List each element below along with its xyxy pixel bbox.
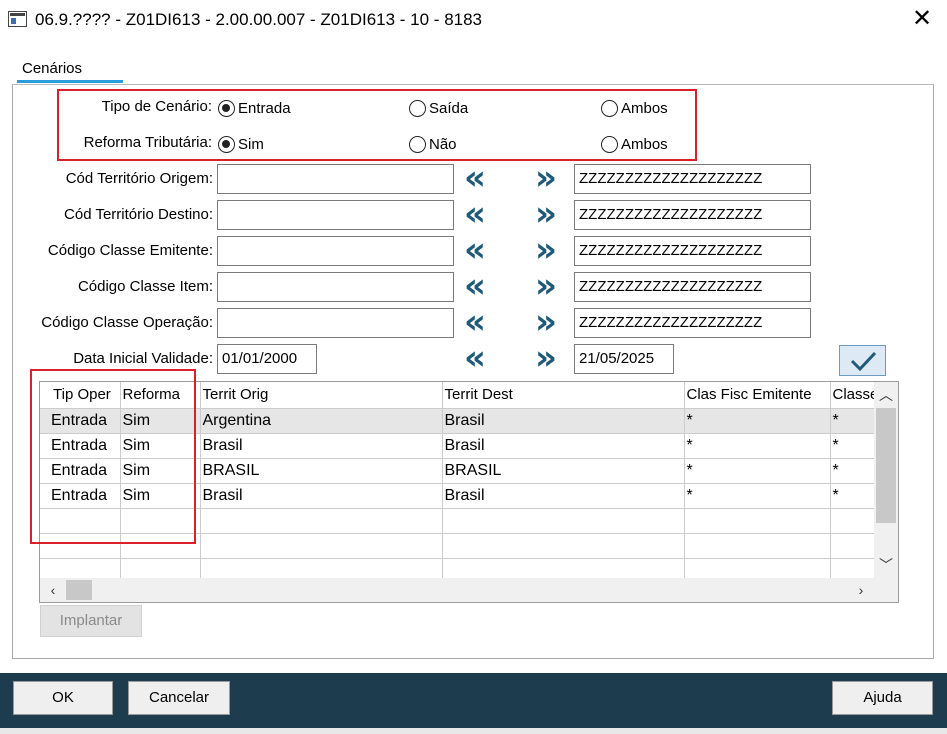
grid-cell — [684, 533, 831, 559]
last-arrow-icon[interactable]: » — [531, 269, 561, 303]
territorio-destino-from-input[interactable] — [217, 200, 454, 230]
grid-cell: BRASIL — [200, 458, 443, 484]
scroll-right-icon[interactable]: › — [850, 578, 872, 602]
last-arrow-icon[interactable]: » — [531, 341, 561, 375]
classe-emitente-to-input[interactable]: ZZZZZZZZZZZZZZZZZZZZ — [574, 236, 811, 266]
grid-cell — [200, 533, 443, 559]
help-button[interactable]: Ajuda — [832, 681, 933, 715]
range-label-classe-item: Código Classe Item: — [77, 278, 213, 295]
classe-item-from-input[interactable] — [217, 272, 454, 302]
grid-cell: Brasil — [442, 433, 685, 459]
confirm-filter-button[interactable] — [839, 345, 886, 376]
grid-cell: Brasil — [200, 433, 443, 459]
classe-emitente-from-input[interactable] — [217, 236, 454, 266]
range-label-territorio-destino: Cód Território Destino: — [64, 206, 213, 223]
footer-bottom-strip — [0, 728, 947, 734]
last-arrow-icon[interactable]: » — [531, 233, 561, 267]
grid-vertical-scrollbar[interactable]: ︿ ﹀ — [874, 382, 898, 578]
data-inicial-to-input[interactable]: 21/05/2025 — [574, 344, 674, 374]
implantar-button[interactable]: Implantar — [40, 605, 142, 637]
highlight-box-top — [57, 89, 697, 161]
tab-cenarios[interactable]: Cenários — [17, 58, 123, 84]
range-label-classe-operacao: Código Classe Operação: — [41, 314, 213, 331]
scrollbar-thumb[interactable] — [876, 408, 896, 523]
scroll-up-icon[interactable]: ︿ — [874, 384, 898, 406]
range-label-classe-emitente: Código Classe Emitente: — [47, 242, 213, 259]
grid-cell — [442, 508, 685, 534]
scrollbar-thumb[interactable] — [66, 580, 92, 600]
territorio-destino-to-input[interactable]: ZZZZZZZZZZZZZZZZZZZZ — [574, 200, 811, 230]
scroll-down-icon[interactable]: ﹀ — [874, 554, 898, 576]
first-arrow-icon[interactable]: « — [460, 341, 490, 375]
grid-cell: * — [684, 408, 831, 434]
grid-cell: Brasil — [442, 408, 685, 434]
first-arrow-icon[interactable]: « — [460, 197, 490, 231]
last-arrow-icon[interactable]: » — [531, 305, 561, 339]
range-label-territorio-origem: Cód Território Origem: — [65, 170, 213, 187]
grid-cell — [200, 508, 443, 534]
grid-cell: * — [684, 433, 831, 459]
tab-underline — [17, 80, 123, 83]
data-inicial-from-input[interactable]: 01/01/2000 — [217, 344, 317, 374]
column-header-clas-fisc-emitente[interactable]: Clas Fisc Emitente — [684, 382, 831, 409]
first-arrow-icon[interactable]: « — [460, 161, 490, 195]
last-arrow-icon[interactable]: » — [531, 161, 561, 195]
classe-item-to-input[interactable]: ZZZZZZZZZZZZZZZZZZZZ — [574, 272, 811, 302]
grid-cell: Brasil — [442, 483, 685, 509]
grid-cell: BRASIL — [442, 458, 685, 484]
classe-operacao-to-input[interactable]: ZZZZZZZZZZZZZZZZZZZZ — [574, 308, 811, 338]
first-arrow-icon[interactable]: « — [460, 305, 490, 339]
grid-cell: * — [684, 458, 831, 484]
grid-cell: Argentina — [200, 408, 443, 434]
tab-label: Cenários — [22, 60, 83, 77]
grid-cell: Brasil — [200, 483, 443, 509]
first-arrow-icon[interactable]: « — [460, 269, 490, 303]
close-button[interactable]: ✕ — [902, 2, 942, 36]
territorio-origem-from-input[interactable] — [217, 164, 454, 194]
window-title: 06.9.???? - Z01DI613 - 2.00.00.007 - Z01… — [35, 10, 483, 29]
cancel-button[interactable]: Cancelar — [128, 681, 230, 715]
scroll-left-icon[interactable]: ‹ — [42, 578, 64, 602]
checkmark-icon — [850, 351, 877, 372]
classe-operacao-from-input[interactable] — [217, 308, 454, 338]
territorio-origem-to-input[interactable]: ZZZZZZZZZZZZZZZZZZZZ — [574, 164, 811, 194]
app-icon — [8, 11, 27, 27]
grid-cell — [442, 533, 685, 559]
column-header-territ-dest[interactable]: Territ Dest — [442, 382, 685, 409]
grid-cell: * — [684, 483, 831, 509]
ok-button[interactable]: OK — [13, 681, 113, 715]
first-arrow-icon[interactable]: « — [460, 233, 490, 267]
grid-cell — [684, 508, 831, 534]
column-header-territ-orig[interactable]: Territ Orig — [200, 382, 443, 409]
highlight-box-grid — [30, 369, 196, 544]
title-bar: 06.9.???? - Z01DI613 - 2.00.00.007 - Z01… — [0, 0, 947, 40]
range-label-data-inicial: Data Inicial Validade: — [73, 350, 213, 367]
grid-horizontal-scrollbar[interactable]: ‹ › — [40, 578, 898, 602]
last-arrow-icon[interactable]: » — [531, 197, 561, 231]
